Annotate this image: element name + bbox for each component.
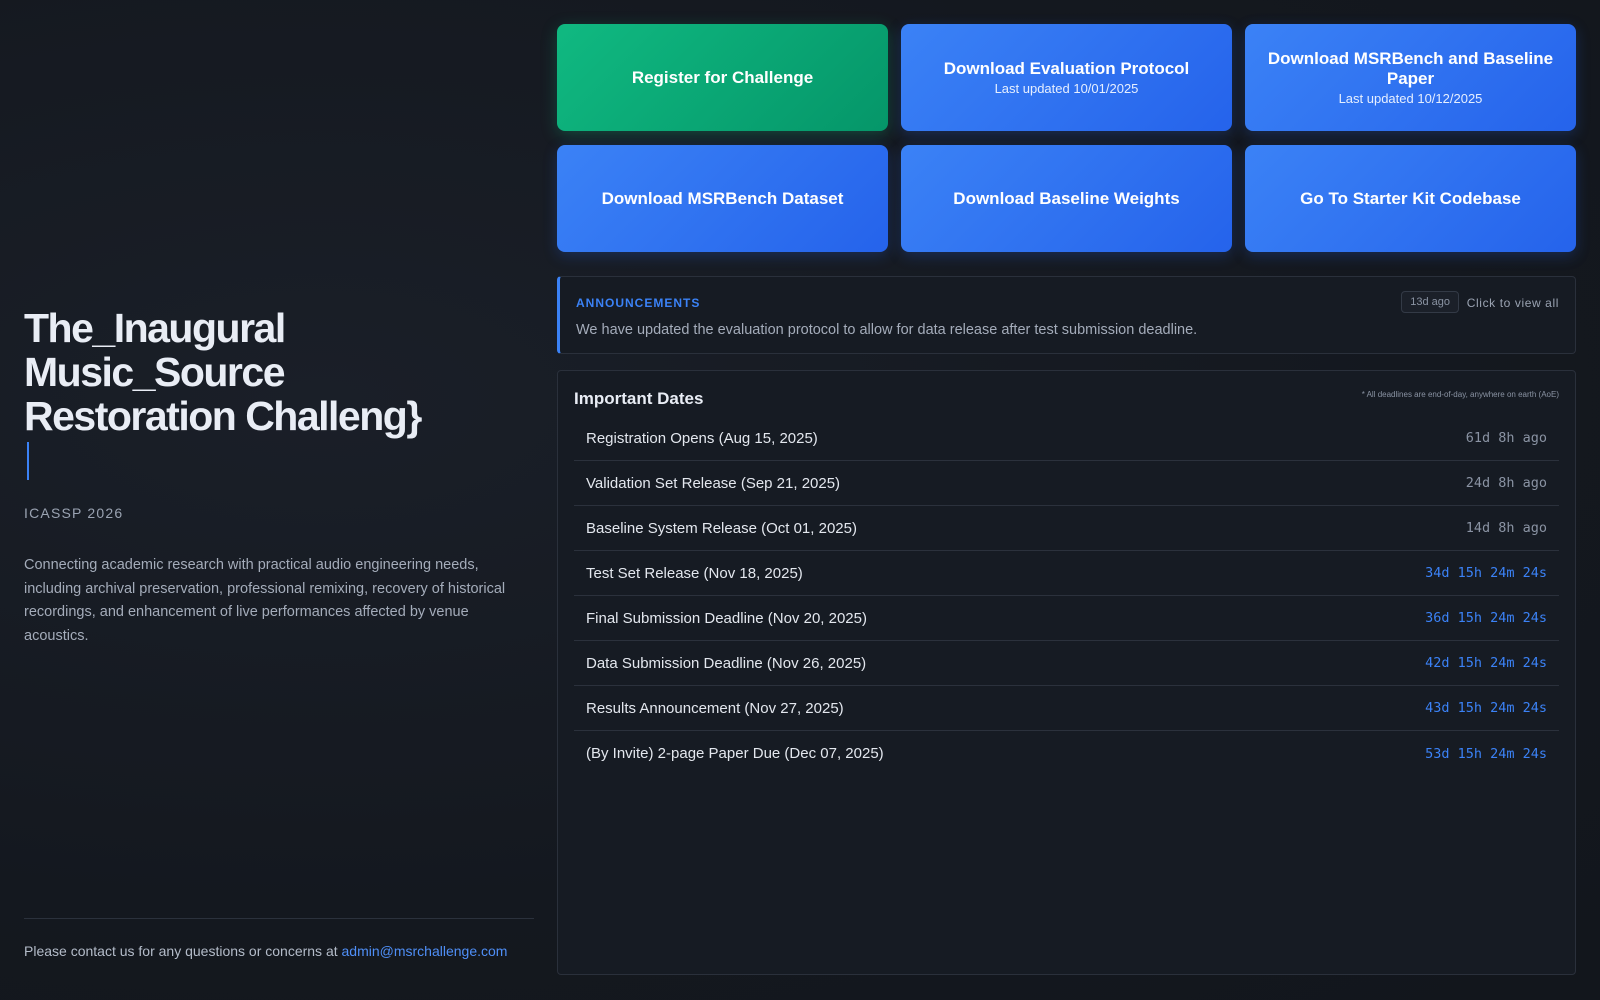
date-countdown: 42d 15h 24m 24s: [1425, 655, 1547, 671]
date-countdown: 53d 15h 24m 24s: [1425, 745, 1547, 762]
button-updated-date: Last updated 10/12/2025: [1338, 91, 1483, 106]
conference-subtitle: ICASSP 2026: [24, 505, 124, 521]
date-event: Final Submission Deadline (Nov 20, 2025): [586, 609, 867, 627]
button-label: Download Evaluation Protocol: [943, 59, 1190, 78]
date-event: Baseline System Release (Oct 01, 2025): [586, 519, 857, 537]
important-dates-panel: Important Dates * All deadlines are end-…: [557, 370, 1576, 975]
date-row: (By Invite) 2-page Paper Due (Dec 07, 20…: [574, 731, 1559, 776]
date-row: Final Submission Deadline (Nov 20, 2025)…: [574, 596, 1559, 641]
date-event: Data Submission Deadline (Nov 26, 2025): [586, 654, 867, 672]
date-event: Test Set Release (Nov 18, 2025): [586, 564, 803, 582]
date-row: Baseline System Release (Oct 01, 2025) 1…: [574, 506, 1559, 551]
download-evaluation-protocol-button[interactable]: Download Evaluation Protocol Last update…: [901, 24, 1232, 131]
date-countdown: 34d 15h 24m 24s: [1425, 565, 1547, 581]
button-label: Register for Challenge: [631, 67, 814, 87]
date-countdown: 61d 8h ago: [1465, 430, 1547, 446]
download-dataset-button[interactable]: Download MSRBench Dataset: [557, 145, 888, 252]
date-row: Data Submission Deadline (Nov 26, 2025) …: [574, 641, 1559, 686]
button-updated-date: Last updated 10/01/2025: [994, 81, 1139, 96]
text-caret: [27, 442, 29, 480]
button-label: Download MSRBench and Baseline Paper: [1267, 49, 1554, 88]
challenge-description: Connecting academic research with practi…: [24, 557, 506, 644]
action-buttons: Register for Challenge Download Evaluati…: [557, 24, 1576, 252]
download-paper-button[interactable]: Download MSRBench and Baseline Paper Las…: [1245, 24, 1576, 131]
date-countdown: 36d 15h 24m 24s: [1425, 610, 1547, 626]
date-event: (By Invite) 2-page Paper Due (Dec 07, 20…: [586, 745, 884, 762]
date-countdown: 14d 8h ago: [1465, 520, 1547, 536]
page-title: The_Inaugural Music_Source Restoration C…: [24, 306, 424, 482]
register-button[interactable]: Register for Challenge: [557, 24, 888, 131]
date-row: Validation Set Release (Sep 21, 2025) 24…: [574, 461, 1559, 506]
button-label: Go To Starter Kit Codebase: [1300, 188, 1521, 208]
date-event: Results Announcement (Nov 27, 2025): [586, 699, 844, 717]
announcements-heading: ANNOUNCEMENTS: [576, 296, 701, 310]
view-all-announcements-link[interactable]: Click to view all: [1467, 296, 1559, 310]
date-event: Validation Set Release (Sep 21, 2025): [586, 474, 841, 492]
date-countdown: 24d 8h ago: [1465, 475, 1547, 491]
deadline-note: * All deadlines are end-of-day, anywhere…: [1361, 390, 1559, 399]
contact-email-link[interactable]: admin@msrchallenge.com: [342, 943, 508, 959]
dates-list: Registration Opens (Aug 15, 2025) 61d 8h…: [574, 416, 1559, 776]
important-dates-title: Important Dates: [574, 389, 704, 408]
button-label: Download MSRBench Dataset: [601, 188, 844, 208]
starter-kit-button[interactable]: Go To Starter Kit Codebase: [1245, 145, 1576, 252]
date-row: Test Set Release (Nov 18, 2025) 34d 15h …: [574, 551, 1559, 596]
date-row: Registration Opens (Aug 15, 2025) 61d 8h…: [574, 416, 1559, 461]
footer-divider: [24, 918, 534, 919]
announcements-panel[interactable]: ANNOUNCEMENTS We have updated the evalua…: [557, 276, 1576, 354]
announcement-message: We have updated the evaluation protocol …: [576, 322, 1198, 338]
contact-text: Please contact us for any questions or c…: [24, 943, 342, 959]
announcement-age-badge: 13d ago: [1401, 291, 1459, 313]
download-baseline-weights-button[interactable]: Download Baseline Weights: [901, 145, 1232, 252]
date-countdown: 43d 15h 24m 24s: [1425, 700, 1547, 716]
date-event: Registration Opens (Aug 15, 2025): [586, 429, 818, 447]
button-label: Download Baseline Weights: [953, 188, 1180, 208]
date-row: Results Announcement (Nov 27, 2025) 43d …: [574, 686, 1559, 731]
page-title-text: The_Inaugural Music_Source Restoration C…: [24, 305, 422, 439]
contact-line: Please contact us for any questions or c…: [24, 943, 507, 959]
left-panel: The_Inaugural Music_Source Restoration C…: [24, 0, 534, 1000]
